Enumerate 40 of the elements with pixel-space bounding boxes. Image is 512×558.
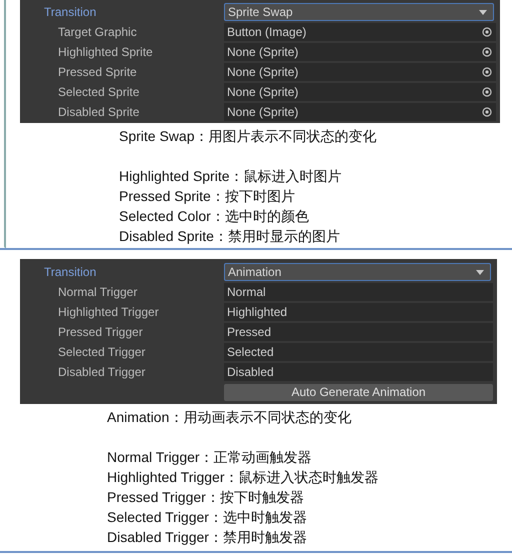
field-label: Target Graphic [57, 25, 138, 39]
field-label: Highlighted Trigger [57, 305, 160, 319]
input-field[interactable]: Highlighted [224, 303, 493, 321]
object-field[interactable]: None (Sprite) [224, 63, 496, 81]
auto-generate-button[interactable]: Auto Generate Animation [224, 384, 493, 400]
field-label: Transition [43, 265, 98, 279]
field-label: Pressed Sprite [57, 65, 138, 79]
transition-dropdown[interactable]: Sprite Swap [224, 3, 494, 21]
input-field[interactable]: Pressed [224, 323, 493, 341]
field-label: Selected Sprite [57, 85, 140, 99]
caret-icon [476, 270, 484, 274]
caret-icon [479, 10, 487, 14]
dropdown-value: Sprite Swap [228, 5, 293, 19]
object-field[interactable]: None (Sprite) [224, 43, 496, 61]
object-field[interactable]: None (Sprite) [224, 83, 496, 101]
object-field[interactable]: Button (Image) [224, 23, 496, 41]
object-field[interactable]: None (Sprite) [224, 103, 496, 121]
note-heading: Animation：用动画表示不同状态的变化 [107, 408, 352, 427]
field-label: Highlighted Sprite [57, 45, 154, 59]
input-field[interactable]: Normal [224, 283, 493, 301]
note-line: Selected Color：选中时的颜色 [119, 207, 310, 226]
field-label: Pressed Trigger [57, 325, 144, 339]
input-field[interactable]: Selected [224, 343, 493, 361]
note-line: Disabled Trigger：禁用时触发器 [107, 528, 308, 547]
note-line: Normal Trigger：正常动画触发器 [107, 448, 313, 467]
note-line: Pressed Sprite：按下时图片 [119, 187, 296, 206]
note-line: Pressed Trigger：按下时触发器 [107, 488, 305, 507]
note-heading: Sprite Swap：用图片表示不同状态的变化 [119, 127, 378, 146]
field-label: Disabled Sprite [57, 105, 140, 119]
dropdown-value: Animation [228, 265, 282, 279]
field-label: Transition [43, 5, 98, 19]
note-line: Disabled Sprite：禁用时显示的图片 [119, 227, 341, 246]
field-label: Normal Trigger [57, 285, 138, 299]
input-field[interactable]: Disabled [224, 363, 493, 381]
transition-dropdown[interactable]: Animation [224, 263, 491, 281]
note-line: Highlighted Sprite：鼠标进入时图片 [119, 167, 343, 186]
field-label: Disabled Trigger [57, 365, 146, 379]
note-line: Highlighted Trigger：鼠标进入状态时触发器 [107, 468, 380, 487]
note-line: Selected Trigger：选中时触发器 [107, 508, 308, 527]
field-label: Selected Trigger [57, 345, 146, 359]
